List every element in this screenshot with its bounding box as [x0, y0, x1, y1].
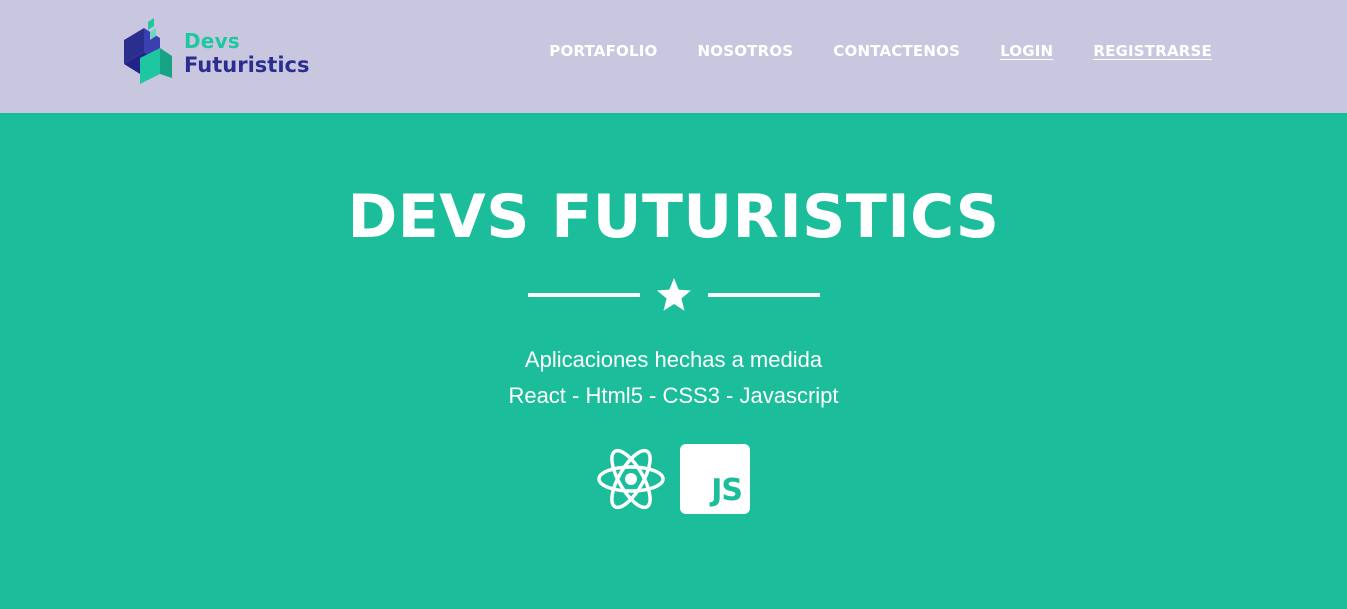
star-icon [657, 278, 691, 311]
javascript-icon: JS [680, 444, 750, 514]
nav-link-contactenos[interactable]: CONTACTENOS [833, 42, 960, 60]
hero-title: DEVS FUTURISTICS [347, 182, 1000, 252]
divider-line-right [708, 293, 820, 297]
brand-logo-link[interactable]: Devs Futuristics [120, 18, 309, 88]
hero-subtitle-line2: React - Html5 - CSS3 - Javascript [508, 383, 839, 408]
brand-logo-icon [124, 18, 172, 84]
nav-link-portafolio[interactable]: PORTAFOLIO [549, 42, 657, 60]
javascript-icon-label: JS [711, 473, 743, 508]
main-nav: PORTAFOLIO NOSOTROS CONTACTENOS LOGIN REGIST… [549, 42, 1212, 60]
navbar: Devs Futuristics PORTAFOLIO NOSOTROS CONTA… [0, 0, 1347, 113]
react-icon [597, 448, 665, 510]
brand-name-line1: Devs [184, 28, 240, 53]
nav-link-registrarse[interactable]: REGISTRARSE [1093, 42, 1212, 60]
hero-section: DEVS FUTURISTICS Aplicaciones hechas a m… [0, 113, 1347, 609]
tech-icons: JS [596, 444, 750, 514]
nav-link-login[interactable]: LOGIN [1000, 42, 1053, 60]
divider-line-left [528, 293, 640, 297]
star-divider [528, 275, 820, 315]
brand-name-line2: Futuristics [184, 52, 310, 77]
hero-subtitle-line1: Aplicaciones hechas a medida [524, 347, 823, 372]
nav-link-nosotros[interactable]: NOSOTROS [697, 42, 793, 60]
